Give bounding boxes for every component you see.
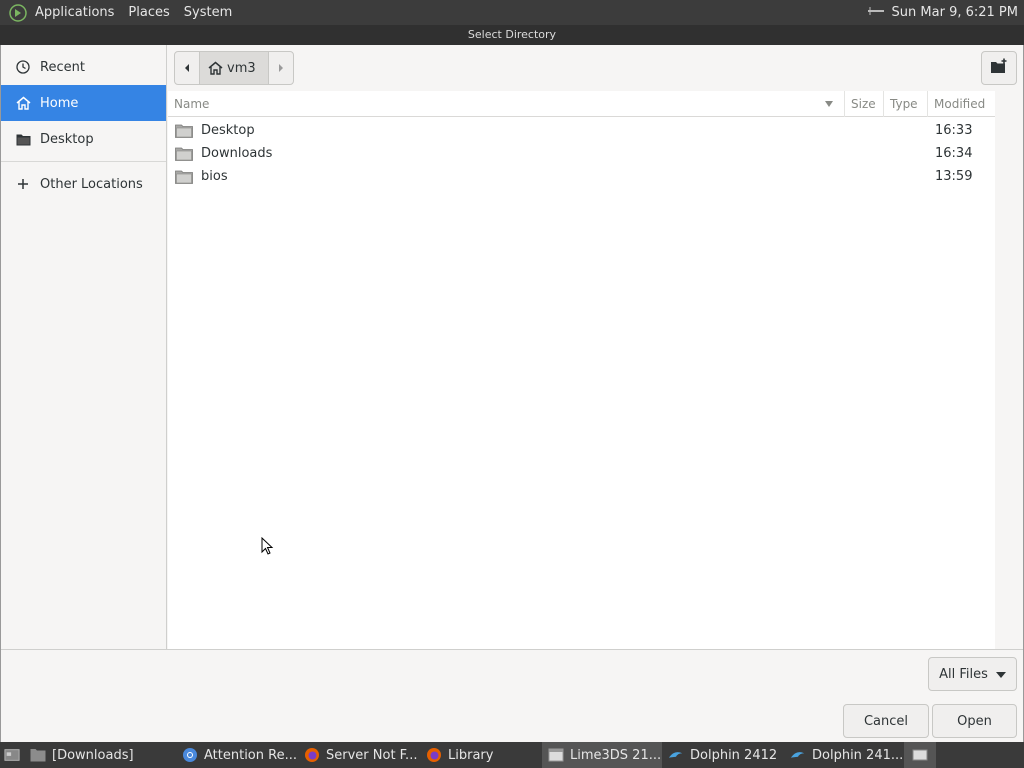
file-list: Name Size Type Modified Desktop 16:33 Do…: [168, 90, 996, 649]
workspace-switcher[interactable]: [904, 742, 936, 768]
taskbar-item-firefox-library[interactable]: Library: [420, 742, 542, 768]
dolphin-icon: [790, 747, 806, 763]
file-name: Desktop: [201, 123, 255, 138]
workspace-icon: [912, 747, 928, 763]
open-button[interactable]: Open: [932, 704, 1017, 738]
menu-places[interactable]: Places: [121, 0, 176, 25]
firefox-icon: [304, 747, 320, 763]
menu-applications[interactable]: Applications: [28, 0, 121, 25]
path-crumb-home[interactable]: vm3: [199, 52, 269, 84]
folder-icon: [15, 131, 31, 147]
file-chooser-dialog: Recent Home Desktop Other Locations vm3 …: [0, 45, 1024, 742]
top-panel: Applications Places System Sun Mar 9, 6:…: [0, 0, 1024, 25]
file-filter-dropdown[interactable]: All Files: [928, 657, 1017, 691]
plus-icon: [15, 176, 31, 192]
folder-icon: [175, 170, 193, 184]
sidebar-item-other-locations[interactable]: Other Locations: [1, 166, 166, 202]
taskbar-item-label: Server Not F...: [326, 747, 418, 763]
home-icon: [15, 95, 31, 111]
new-folder-icon: [990, 58, 1008, 78]
window-icon: [548, 747, 564, 763]
sidebar-item-recent[interactable]: Recent: [1, 49, 166, 85]
column-type[interactable]: Type: [884, 90, 928, 117]
file-name: Downloads: [201, 146, 273, 161]
sidebar-item-label: Desktop: [40, 131, 94, 147]
column-size[interactable]: Size: [845, 90, 884, 117]
path-forward-button[interactable]: [269, 52, 293, 84]
taskbar-item-label: Lime3DS 21...: [570, 747, 662, 763]
path-back-button[interactable]: [175, 52, 199, 84]
sort-down-icon: [824, 97, 834, 111]
file-filter-label: All Files: [939, 666, 988, 682]
network-icon[interactable]: [866, 5, 886, 21]
folder-icon: [175, 147, 193, 161]
sidebar-item-label: Other Locations: [40, 176, 143, 192]
file-modified: 13:59: [935, 169, 973, 184]
new-folder-button[interactable]: [981, 51, 1017, 85]
file-name: bios: [201, 169, 228, 184]
file-list-header: Name Size Type Modified: [168, 90, 996, 117]
sidebar-item-desktop[interactable]: Desktop: [1, 121, 166, 157]
cancel-button[interactable]: Cancel: [843, 704, 929, 738]
taskbar-item-label: Dolphin 2412: [690, 747, 778, 763]
dialog-action-area: All Files Cancel Open: [1, 649, 1023, 742]
show-desktop-button[interactable]: [0, 742, 24, 768]
firefox-icon: [426, 747, 442, 763]
taskbar-item-lime3ds[interactable]: Lime3DS 21...: [542, 742, 662, 768]
window-title: Select Directory: [0, 25, 1024, 45]
clock-icon: [15, 59, 31, 75]
taskbar-item-firefox-server[interactable]: Server Not F...: [298, 742, 420, 768]
file-modified: 16:33: [935, 123, 973, 138]
column-modified[interactable]: Modified: [928, 91, 996, 117]
file-row[interactable]: bios 13:59: [168, 165, 996, 188]
taskbar-item-label: Library: [448, 747, 494, 763]
taskbar-item-label: Dolphin 241...: [812, 747, 904, 763]
column-name-label: Name: [174, 96, 210, 111]
sidebar-item-label: Home: [40, 95, 79, 111]
chrome-icon: [182, 747, 198, 763]
sidebar-item-label: Recent: [40, 59, 85, 75]
desktop-icon: [4, 747, 20, 763]
file-row[interactable]: Desktop 16:33: [168, 119, 996, 142]
places-sidebar: Recent Home Desktop Other Locations: [1, 45, 167, 649]
chevron-down-icon: [995, 667, 1006, 682]
sidebar-separator: [1, 161, 166, 162]
taskbar-item-downloads[interactable]: [Downloads]: [24, 742, 176, 768]
file-modified: 16:34: [935, 146, 973, 161]
path-bar: vm3: [174, 51, 294, 85]
mint-logo-icon[interactable]: [8, 3, 28, 23]
column-name[interactable]: Name: [168, 90, 845, 117]
taskbar-item-dolphin-1[interactable]: Dolphin 2412: [662, 742, 784, 768]
clock[interactable]: Sun Mar 9, 6:21 PM: [892, 5, 1018, 20]
sidebar-item-home[interactable]: Home: [1, 85, 166, 121]
path-crumb-label: vm3: [227, 60, 256, 76]
folder-icon: [175, 124, 193, 138]
menu-system[interactable]: System: [177, 0, 239, 25]
home-icon: [208, 61, 223, 75]
taskbar-item-label: [Downloads]: [52, 747, 134, 763]
taskbar-item-label: Attention Re...: [204, 747, 297, 763]
taskbar: [Downloads] Attention Re... Server Not F…: [0, 742, 1024, 768]
taskbar-item-chrome[interactable]: Attention Re...: [176, 742, 298, 768]
mouse-cursor-icon: [261, 536, 275, 557]
folder-icon: [30, 747, 46, 763]
dolphin-icon: [668, 747, 684, 763]
file-row[interactable]: Downloads 16:34: [168, 142, 996, 165]
taskbar-item-dolphin-2[interactable]: Dolphin 241...: [784, 742, 904, 768]
scrollbar-area[interactable]: [995, 91, 1023, 649]
